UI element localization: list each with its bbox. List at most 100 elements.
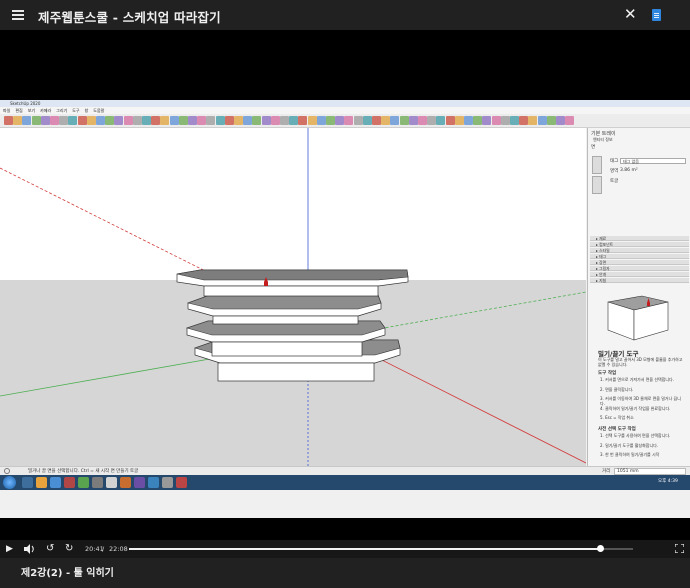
toolbar-tool-icon[interactable]	[556, 116, 565, 125]
tray-section[interactable]: ▸ 재료	[590, 236, 689, 241]
toolbar-tool-icon[interactable]	[252, 116, 262, 125]
tray-section[interactable]: ▸ 지침	[590, 278, 689, 283]
toolbar-tool-icon[interactable]	[234, 116, 243, 125]
toolbar-tool-icon[interactable]	[188, 116, 197, 125]
layer-select[interactable]: 태그 없음	[620, 158, 686, 164]
toolbar-tool-icon[interactable]	[243, 116, 253, 125]
toolbar-tool-icon[interactable]	[519, 116, 529, 125]
toolbar-tool-icon[interactable]	[114, 116, 124, 125]
taskbar-app-icon[interactable]	[176, 477, 187, 488]
volume-icon[interactable]	[24, 544, 35, 554]
tray-section[interactable]: ▸ 그림자	[590, 266, 689, 271]
toolbar-tool-icon[interactable]	[381, 116, 391, 125]
toolbar-tool-icon[interactable]	[298, 116, 308, 125]
toolbar-tool-icon[interactable]	[390, 116, 400, 125]
toolbar-tool-icon[interactable]	[335, 116, 345, 125]
toolbar-tool-icon[interactable]	[464, 116, 473, 125]
toolbar-tool-icon[interactable]	[68, 116, 78, 125]
toolbar-tool-icon[interactable]	[565, 116, 575, 125]
taskbar-app-icon[interactable]	[148, 477, 159, 488]
toolbar-tool-icon[interactable]	[160, 116, 170, 125]
toolbar-tool-icon[interactable]	[482, 116, 492, 125]
front-material-swatch[interactable]	[592, 156, 602, 174]
tray-section[interactable]: ▸ 컴포넌트	[590, 242, 689, 247]
toolbar-tool-icon[interactable]	[206, 116, 216, 125]
toolbar-tool-icon[interactable]	[105, 116, 115, 125]
taskbar-app-icon[interactable]	[162, 477, 173, 488]
fullscreen-icon[interactable]	[675, 544, 684, 553]
taskbar-app-icon[interactable]	[22, 477, 33, 488]
progress-handle[interactable]	[596, 545, 604, 552]
toolbar-tool-icon[interactable]	[224, 116, 234, 125]
toolbar-tool-icon[interactable]	[142, 116, 151, 125]
hamburger-menu-icon[interactable]	[12, 10, 24, 20]
tray-section[interactable]: ▸ 장면	[590, 260, 689, 265]
toolbar-tool-icon[interactable]	[344, 116, 354, 125]
toolbar-tool-icon[interactable]	[13, 116, 23, 125]
toolbar-tool-icon[interactable]	[427, 116, 437, 125]
toolbar-tool-icon[interactable]	[510, 116, 519, 125]
toolbar-tool-icon[interactable]	[500, 116, 510, 125]
toolbar-tool-icon[interactable]	[96, 116, 105, 125]
progress-bar[interactable]	[129, 545, 633, 552]
toolbar-tool-icon[interactable]	[151, 116, 161, 125]
toolbar-tool-icon[interactable]	[123, 116, 133, 125]
toolbar-tool-icon[interactable]	[77, 116, 87, 125]
toolbar-tool-icon[interactable]	[326, 116, 335, 125]
toolbar-tool-icon[interactable]	[215, 116, 225, 125]
toolbar-tool-icon[interactable]	[316, 116, 326, 125]
toolbar-tool-icon[interactable]	[50, 116, 59, 125]
toolbar-tool-icon[interactable]	[537, 116, 547, 125]
toolbar-tool-icon[interactable]	[261, 116, 271, 125]
toolbar-tool-icon[interactable]	[31, 116, 41, 125]
tray-section[interactable]: ▸ 스타일	[590, 248, 689, 253]
tray-section[interactable]: ▸ 태그	[590, 254, 689, 259]
toolbar-tool-icon[interactable]	[473, 116, 483, 125]
toolbar-tool-icon[interactable]	[418, 116, 427, 125]
toolbar-tool-icon[interactable]	[178, 116, 188, 125]
toolbar-tool-icon[interactable]	[280, 116, 289, 125]
taskbar-app-icon[interactable]	[78, 477, 89, 488]
taskbar-app-icon[interactable]	[92, 477, 103, 488]
toolbar-tool-icon[interactable]	[353, 116, 363, 125]
toolbar-tool-icon[interactable]	[436, 116, 446, 125]
toolbar-tool-icon[interactable]	[289, 116, 299, 125]
toolbar-tool-icon[interactable]	[86, 116, 96, 125]
taskbar-app-icon[interactable]	[106, 477, 117, 488]
toolbar-tool-icon[interactable]	[372, 116, 381, 125]
video-player[interactable]: SketchUp 2020 파일편집보기카메라그리기도구창도움말	[0, 30, 690, 540]
toolbar-tool-icon[interactable]	[362, 116, 372, 125]
progress-fill	[129, 548, 600, 550]
play-icon[interactable]: ▶	[6, 543, 13, 555]
instruction-step: 3. 한 번 클릭하여 밀기/끌기를 시작	[600, 452, 660, 457]
start-button[interactable]	[3, 476, 16, 489]
toolbar-tool-icon[interactable]	[59, 116, 69, 125]
toolbar-tool-icon[interactable]	[399, 116, 409, 125]
toolbar-tool-icon[interactable]	[546, 116, 556, 125]
taskbar-app-icon[interactable]	[120, 477, 131, 488]
toolbar-tool-icon[interactable]	[454, 116, 464, 125]
toolbar-tool-icon[interactable]	[445, 116, 455, 125]
toolbar-tool-icon[interactable]	[307, 116, 317, 125]
back-material-swatch[interactable]	[592, 176, 602, 194]
toolbar-tool-icon[interactable]	[4, 116, 13, 125]
document-icon[interactable]	[652, 9, 661, 21]
toolbar-tool-icon[interactable]	[132, 116, 142, 125]
close-icon[interactable]: ✕	[624, 7, 637, 22]
taskbar-app-icon[interactable]	[36, 477, 47, 488]
toolbar-tool-icon[interactable]	[197, 116, 207, 125]
toolbar-tool-icon[interactable]	[491, 116, 501, 125]
toolbar-tool-icon[interactable]	[40, 116, 50, 125]
tray-section[interactable]: ▸ 안개	[590, 272, 689, 277]
taskbar-app-icon[interactable]	[134, 477, 145, 488]
forward-5-icon[interactable]: ↻	[65, 543, 73, 555]
toolbar-tool-icon[interactable]	[408, 116, 418, 125]
measurements-box[interactable]: 1051 mm	[614, 468, 686, 475]
toolbar-tool-icon[interactable]	[22, 116, 32, 125]
toolbar-tool-icon[interactable]	[528, 116, 538, 125]
taskbar-app-icon[interactable]	[50, 477, 61, 488]
taskbar-app-icon[interactable]	[64, 477, 75, 488]
toolbar-tool-icon[interactable]	[270, 116, 280, 125]
toolbar-tool-icon[interactable]	[169, 116, 179, 125]
rewind-5-icon[interactable]: ↺	[46, 543, 54, 555]
